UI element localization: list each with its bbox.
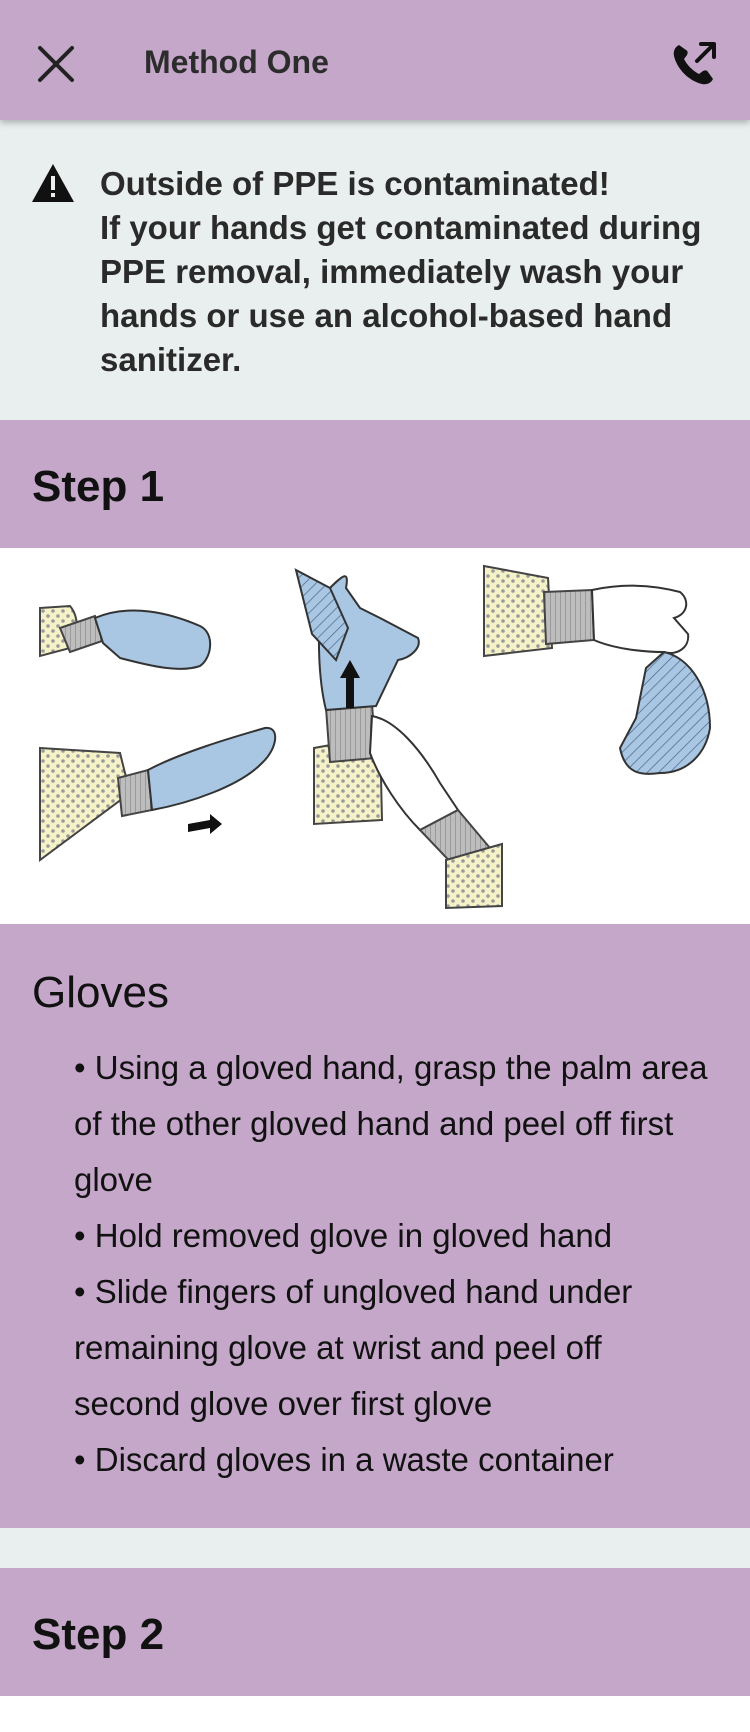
page-title: Method One xyxy=(144,44,329,80)
glove-removal-illustration xyxy=(0,548,750,924)
close-icon xyxy=(38,46,74,82)
phone-call-icon xyxy=(673,42,716,85)
step-1-header: Step 1 xyxy=(0,420,750,548)
warning-triangle-icon xyxy=(32,164,74,202)
panel-3-figure xyxy=(483,564,712,775)
step-2-header: Step 2 xyxy=(0,1568,750,1696)
step-1-label: Step 1 xyxy=(32,462,165,511)
warning-title: Outside of PPE is contaminated! xyxy=(100,165,610,202)
list-item: Discard gloves in a waste container xyxy=(74,1432,714,1488)
section-divider xyxy=(0,1528,750,1568)
step-2-label: Step 2 xyxy=(32,1610,165,1659)
panel-1-figure xyxy=(39,604,277,862)
panel-2-figure xyxy=(294,568,503,910)
warning-body: If your hands get contaminated during PP… xyxy=(100,209,702,378)
list-item: Using a gloved hand, grasp the palm area… xyxy=(74,1040,714,1208)
section-title-gloves: Gloves xyxy=(32,968,169,1017)
close-button[interactable] xyxy=(30,38,82,90)
list-item: Slide fingers of ungloved hand under rem… xyxy=(74,1264,714,1432)
glove-removal-drawing xyxy=(39,564,712,910)
gloves-instructions: Using a gloved hand, grasp the palm area… xyxy=(74,1040,714,1488)
app-header: Method One xyxy=(0,0,750,120)
list-item: Hold removed glove in gloved hand xyxy=(74,1208,714,1264)
call-button[interactable] xyxy=(666,36,722,92)
